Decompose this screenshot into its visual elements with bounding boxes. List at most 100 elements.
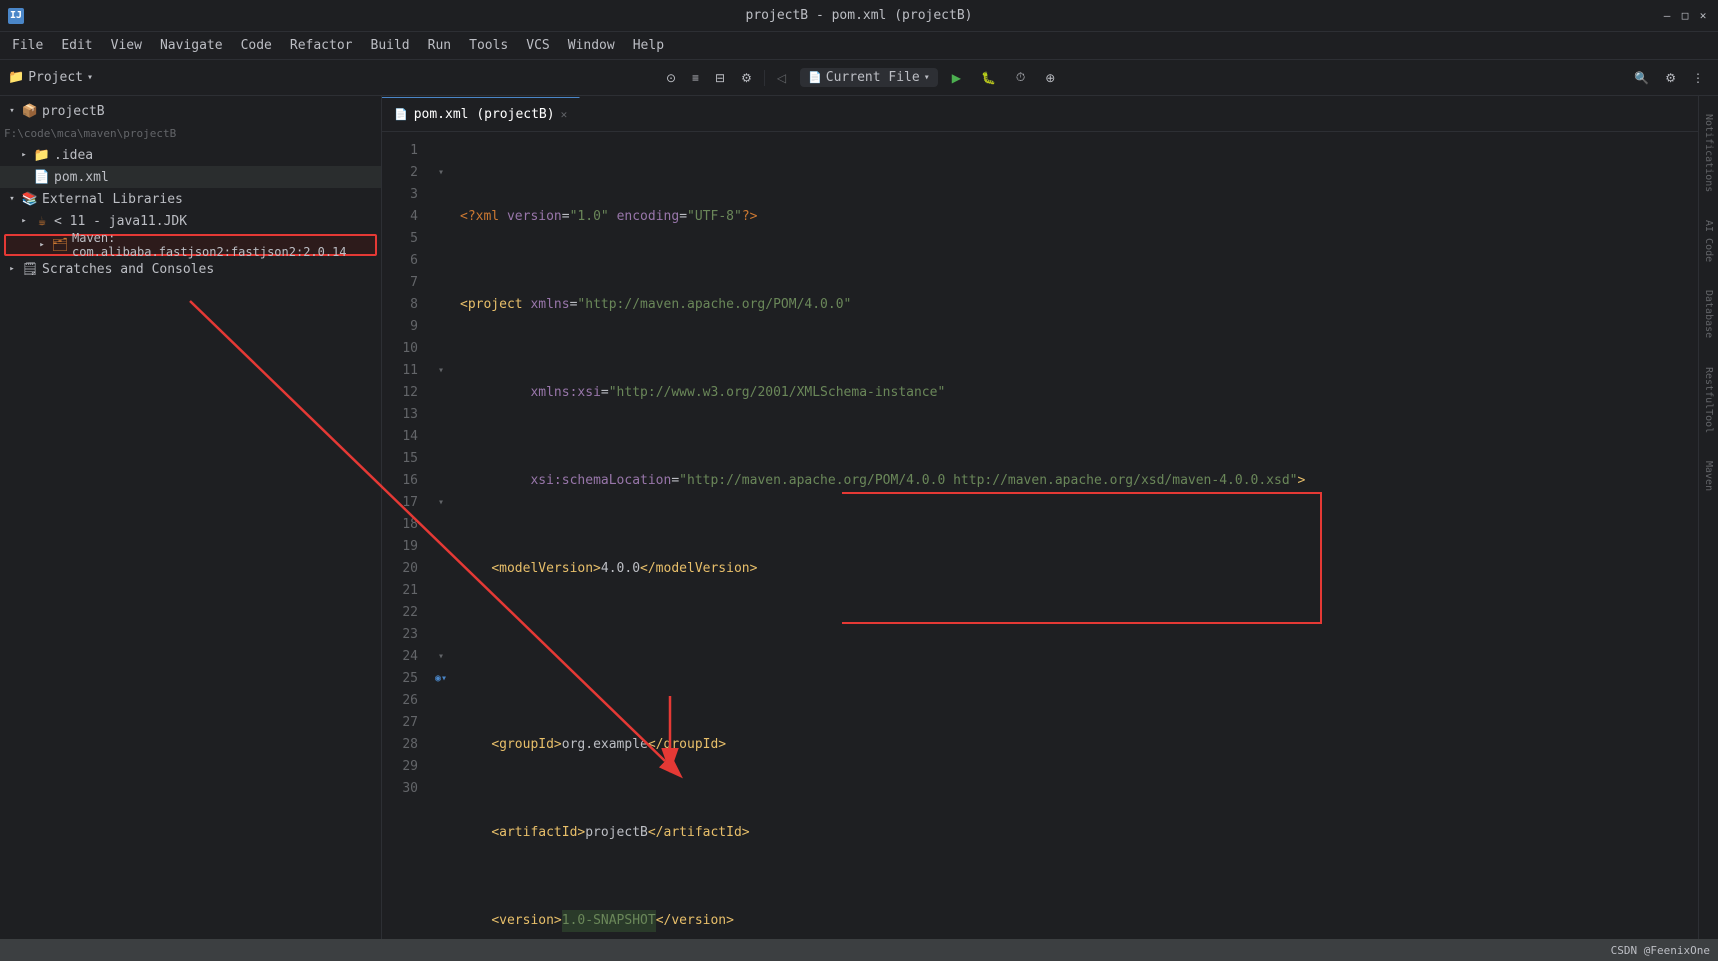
tab-xml-icon: 📄 [394, 108, 408, 121]
sidebar-tree: ▾ 📦 projectB F:\code\mca\maven\projectB … [0, 96, 381, 961]
tree-item-jdk[interactable]: ▸ ☕ < 11 - java11.JDK [0, 210, 381, 232]
menu-item-tools[interactable]: Tools [461, 35, 516, 56]
toolbar-settings-button[interactable]: ⚙ [735, 69, 758, 87]
pom-label: pom.xml [54, 170, 109, 185]
tab-close-icon[interactable]: ✕ [561, 108, 568, 121]
menu-item-refactor[interactable]: Refactor [282, 35, 361, 56]
run-config-icon: 📄 [808, 71, 822, 84]
scratches-icon: 🗒 [22, 261, 38, 277]
library-icon: 📚 [22, 191, 38, 207]
minimize-button[interactable]: — [1660, 9, 1674, 23]
main-area: ▾ 📦 projectB F:\code\mca\maven\projectB … [0, 96, 1718, 961]
maximize-button[interactable]: □ [1678, 9, 1692, 23]
back-button[interactable]: ◁ [771, 69, 792, 87]
project-tab-bar: 📁 Project ▾ ⊙ ≡ ⊟ ⚙ ◁ 📄 Current File ▾ ▶… [0, 60, 1718, 96]
jdk-label: < 11 - java11.JDK [54, 214, 187, 229]
tree-item-external-libs[interactable]: ▾ 📚 External Libraries [0, 188, 381, 210]
right-tab-maven[interactable]: Maven [1701, 455, 1716, 497]
tree-item-fastjson-highlighted[interactable]: ▸ 🗂 Maven: com.alibaba.fastjson2:fastjso… [4, 234, 377, 256]
debug-button[interactable]: 🐛 [975, 69, 1002, 87]
fastjson-label: Maven: com.alibaba.fastjson2:fastjson2:2… [72, 231, 375, 259]
code-line-2: <project xmlns="http://maven.apache.org/… [460, 294, 1698, 316]
title-bar-left: IJ [8, 8, 24, 24]
extlibs-label: External Libraries [42, 192, 183, 207]
app-icon: IJ [8, 8, 24, 24]
right-tab-restful[interactable]: RestfulTool [1701, 361, 1716, 439]
title-bar-title: projectB - pom.xml (projectB) [746, 8, 973, 23]
tree-item-scratches[interactable]: ▸ 🗒 Scratches and Consoles [0, 258, 381, 280]
menu-item-navigate[interactable]: Navigate [152, 35, 231, 56]
menu-item-code[interactable]: Code [233, 35, 280, 56]
project-view-button[interactable]: 📁 Project ▾ [8, 70, 93, 85]
expand-arrow: ▾ [4, 103, 20, 119]
settings-gear-button[interactable]: ⚙ [1659, 69, 1682, 87]
search-button[interactable]: 🔍 [1628, 69, 1655, 87]
run-config-selector[interactable]: 📄 Current File ▾ [800, 68, 938, 87]
menu-item-help[interactable]: Help [625, 35, 672, 56]
tree-item-idea[interactable]: ▸ 📁 .idea [0, 144, 381, 166]
code-line-9: <version>1.0-SNAPSHOT</version> [460, 910, 1698, 932]
project-label: Project [28, 70, 83, 85]
run-button[interactable]: ▶ [946, 69, 967, 87]
menu-item-edit[interactable]: Edit [53, 35, 100, 56]
path-text: F:\code\mca\maven\projectB [4, 127, 176, 140]
status-text: CSDN @FeenixOne [1611, 944, 1710, 957]
code-line-4: xsi:schemaLocation="http://maven.apache.… [460, 470, 1698, 492]
code-line-3: xmlns:xsi="http://www.w3.org/2001/XMLSch… [460, 382, 1698, 404]
right-sidebar-tabs: Notifications AI Code Database RestfulTo… [1701, 96, 1716, 509]
run-config-label: Current File [826, 70, 920, 85]
coverage-button[interactable]: ⊕ [1039, 69, 1061, 87]
code-line-8: <artifactId>projectB</artifactId> [460, 822, 1698, 844]
xml-icon: 📄 [34, 169, 50, 185]
folder-icon: 📁 [8, 70, 24, 85]
menu-item-view[interactable]: View [103, 35, 150, 56]
code-line-1: <?xml version="1.0" encoding="UTF-8"?> [460, 206, 1698, 228]
scratches-label: Scratches and Consoles [42, 262, 214, 277]
menu-item-vcs[interactable]: VCS [518, 35, 557, 56]
title-bar: IJ projectB - pom.xml (projectB) — □ ✕ [0, 0, 1718, 32]
close-button[interactable]: ✕ [1696, 9, 1710, 23]
jdk-icon: ☕ [34, 213, 50, 229]
menu-item-run[interactable]: Run [420, 35, 459, 56]
status-bar: CSDN @FeenixOne [0, 939, 1718, 961]
right-tab-notifications[interactable]: Notifications [1701, 108, 1716, 198]
jdk-arrow: ▸ [16, 213, 32, 229]
idea-label: .idea [54, 148, 93, 163]
scratches-arrow: ▸ [4, 261, 20, 277]
right-tab-database[interactable]: Database [1701, 284, 1716, 344]
menu-item-file[interactable]: File [4, 35, 51, 56]
tree-item-path: F:\code\mca\maven\projectB [0, 122, 381, 144]
fastjson-arrow: ▸ [34, 237, 50, 253]
title-bar-controls: — □ ✕ [1660, 9, 1710, 23]
sidebar: ▾ 📦 projectB F:\code\mca\maven\projectB … [0, 96, 382, 961]
menu-bar: FileEditViewNavigateCodeRefactorBuildRun… [0, 32, 1718, 60]
project-name: projectB [42, 104, 105, 119]
idea-icon: 📁 [34, 147, 50, 163]
line-numbers: 1 2 3 4 5 6 7 8 9 10 11 12 13 14 15 16 1… [382, 132, 430, 961]
run-config-chevron: ▾ [924, 72, 930, 83]
code-editor[interactable]: 1 2 3 4 5 6 7 8 9 10 11 12 13 14 15 16 1… [382, 132, 1698, 961]
editor-tab-pomxml[interactable]: 📄 pom.xml (projectB) ✕ [382, 97, 580, 131]
tab-label: pom.xml (projectB) [414, 107, 555, 122]
toolbar-collapse-button[interactable]: ≡ [686, 69, 705, 87]
profile-button[interactable]: ⏱ [1010, 68, 1031, 87]
right-tab-aicode[interactable]: AI Code [1701, 214, 1716, 268]
right-sidebar: Notifications AI Code Database RestfulTo… [1698, 96, 1718, 961]
project-icon: 📦 [22, 103, 38, 119]
more-button[interactable]: ⋮ [1686, 69, 1710, 87]
code-line-7: <groupId>org.example</groupId> [460, 734, 1698, 756]
tree-item-pomxml[interactable]: ▸ 📄 pom.xml [0, 166, 381, 188]
code-line-5: <modelVersion>4.0.0</modelVersion> [460, 558, 1698, 580]
extlibs-arrow: ▾ [4, 191, 20, 207]
code-line-6 [460, 646, 1698, 668]
maven-icon: 🗂 [52, 237, 68, 253]
menu-item-window[interactable]: Window [560, 35, 623, 56]
toolbar-split-button[interactable]: ⊟ [709, 69, 731, 87]
toolbar-scope-button[interactable]: ⊙ [660, 69, 682, 87]
code-content[interactable]: <?xml version="1.0" encoding="UTF-8"?> <… [452, 132, 1698, 961]
tree-item-projectb[interactable]: ▾ 📦 projectB [0, 100, 381, 122]
gutter: ▾ ▾ ▾ [430, 132, 452, 961]
editor-tabs: 📄 pom.xml (projectB) ✕ [382, 96, 1698, 132]
chevron-down-icon: ▾ [87, 72, 93, 83]
menu-item-build[interactable]: Build [363, 35, 418, 56]
